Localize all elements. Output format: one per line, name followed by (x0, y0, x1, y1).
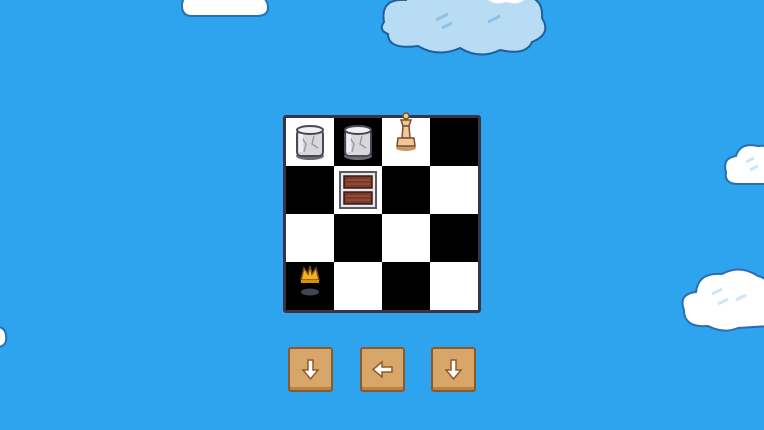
board-square-r3-c1[interactable] (286, 214, 334, 262)
board-square-r4-c4[interactable] (430, 262, 478, 310)
cloud-right-lower (681, 268, 764, 332)
move-left-button-2[interactable] (360, 347, 405, 392)
board-square-r1-c2[interactable] (334, 118, 382, 166)
board-square-r2-c2[interactable] (334, 166, 382, 214)
cloud-top-center (380, 0, 547, 56)
crown-goal-piece (286, 262, 334, 310)
board-square-r3-c4[interactable] (430, 214, 478, 262)
board-square-r1-c1[interactable] (286, 118, 334, 166)
move-controls (0, 347, 764, 393)
move-down-button-1[interactable] (288, 347, 333, 392)
board-square-r4-c2[interactable] (334, 262, 382, 310)
barrel-piece (286, 118, 334, 166)
board-square-r4-c1[interactable] (286, 262, 334, 310)
board-square-r1-c4[interactable] (430, 118, 478, 166)
chess-board (283, 112, 481, 313)
cloud-top-left (180, 0, 270, 17)
board-square-r1-c3[interactable] (382, 112, 430, 166)
board-square-r3-c2[interactable] (334, 214, 382, 262)
barrel-piece (334, 118, 382, 166)
game-stage (0, 0, 764, 430)
board-square-r2-c4[interactable] (430, 166, 478, 214)
move-down-button-3[interactable] (431, 347, 476, 392)
board-square-r4-c3[interactable] (382, 262, 430, 310)
crate-piece (334, 166, 382, 214)
queen-piece (382, 112, 430, 160)
board-square-r2-c1[interactable] (286, 166, 334, 214)
cloud-right-upper (724, 144, 764, 185)
board-square-r2-c3[interactable] (382, 166, 430, 214)
board-square-r3-c3[interactable] (382, 214, 430, 262)
